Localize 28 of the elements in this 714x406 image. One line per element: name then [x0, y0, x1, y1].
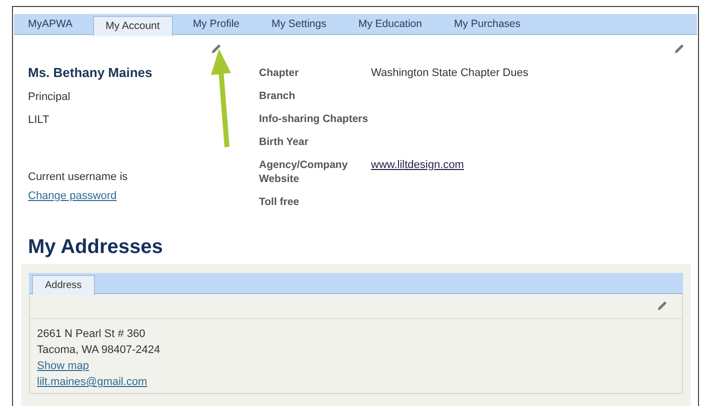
website-link[interactable]: www.liltdesign.com [371, 158, 464, 186]
edit-icon[interactable] [657, 300, 668, 311]
field-label: Info-sharing Chapters [259, 112, 370, 126]
change-password-link[interactable]: Change password [28, 190, 259, 202]
field-value: Washington State Chapter Dues [371, 66, 528, 80]
tab[interactable]: Address [32, 275, 95, 295]
tab[interactable]: My Education [358, 14, 422, 34]
tab[interactable]: My Profile [192, 14, 240, 34]
show-map-link[interactable]: Show map [37, 360, 675, 373]
field-label: Chapter [259, 66, 300, 80]
profile-text: LILT [28, 114, 50, 126]
field-label: Birth Year [259, 135, 310, 149]
field-label: Branch [259, 89, 296, 103]
edit-icon[interactable] [211, 43, 222, 54]
field-label: Agency/Company Website [259, 158, 349, 186]
tab[interactable]: My Settings [272, 14, 326, 34]
tab[interactable]: MyAPWA [28, 14, 73, 34]
address-line: 2661 N Pearl St # 360 [37, 328, 146, 341]
profile-text: Principal [28, 91, 72, 103]
tab[interactable]: My Purchases [454, 14, 521, 34]
edit-icon[interactable] [674, 43, 685, 54]
member-name: Ms. Bethany Maines [28, 65, 154, 80]
address-line: Tacoma, WA 98407-2424 [37, 344, 162, 357]
tab[interactable]: My Account [92, 16, 173, 36]
field-label: Toll free [259, 195, 300, 209]
email-link[interactable]: lilt.maines@gmail.com [37, 376, 675, 389]
username-label: Current username is [28, 171, 129, 183]
section-heading: My Addresses [28, 235, 164, 259]
